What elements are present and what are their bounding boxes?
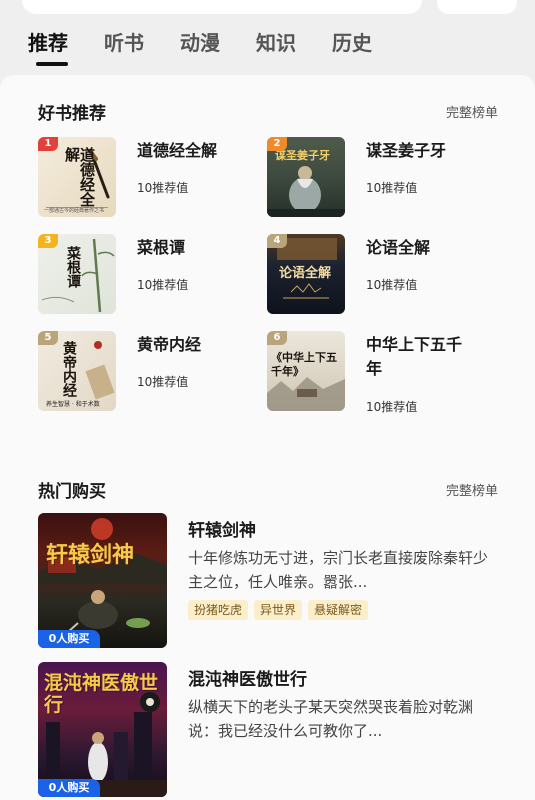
tag: 异世界 <box>254 600 303 620</box>
cover-title: 黄帝内经 <box>61 341 77 397</box>
content-sheet: 好书推荐 完整榜单 道德经全解 一部通古今的经典著作之书 1 道德经全解 10推… <box>0 75 535 800</box>
section-title: 好书推荐 <box>38 104 106 124</box>
book-cover: 黄帝内经 养生智慧 · 和于术数 5 <box>38 331 116 411</box>
cover-title: 混沌神医傲世行 <box>44 672 159 716</box>
top-bar: 推荐 听书 动漫 知识 历史 <box>0 0 535 70</box>
full-ranking-link[interactable]: 完整榜单 <box>446 102 498 121</box>
recommend-value: 10推荐值 <box>366 278 418 292</box>
book-cover: 论语全解 4 <box>267 234 345 314</box>
book-cover: 轩辕剑神 0人购买 <box>38 513 167 648</box>
section-title: 热门购买 <box>38 482 106 502</box>
top-action-button[interactable] <box>437 0 517 14</box>
active-tab-indicator <box>36 62 68 66</box>
purchase-count-badge: 0人购买 <box>38 630 100 648</box>
recommend-value: 10推荐值 <box>137 181 189 195</box>
book-item-6[interactable]: 《中华上下五千年》 6 中华上下五千年 10推荐值 <box>267 331 487 414</box>
tab-label: 知识 <box>256 31 296 55</box>
tab-label: 历史 <box>332 31 372 55</box>
tab-knowledge[interactable]: 知识 <box>256 30 296 60</box>
book-item-3[interactable]: 菜根谭 3 菜根谭 10推荐值 <box>38 234 258 316</box>
book-title: 中华上下五千年 <box>366 335 463 378</box>
full-ranking-link[interactable]: 完整榜单 <box>446 480 498 499</box>
rank-badge: 5 <box>38 331 58 345</box>
book-cover: 《中华上下五千年》 6 <box>267 331 345 411</box>
book-title: 道德经全解 <box>137 141 218 160</box>
category-tabs: 推荐 听书 动漫 知识 历史 <box>28 30 408 66</box>
tab-label: 动漫 <box>180 31 220 55</box>
book-cover: 菜根谭 3 <box>38 234 116 314</box>
book-title: 论语全解 <box>366 238 431 257</box>
tab-history[interactable]: 历史 <box>332 30 372 60</box>
sword-hero-illustration <box>38 518 167 642</box>
book-cover: 混沌神医傲世行 0人购买 <box>38 662 167 797</box>
cover-title: 论语全解 <box>279 266 332 281</box>
book-cover: 道德经全解 一部通古今的经典著作之书 1 <box>38 137 116 217</box>
cover-caption: 一部通古今的经典著作之书 <box>44 208 105 214</box>
tab-recommend[interactable]: 推荐 <box>28 30 68 66</box>
tab-label: 推荐 <box>28 31 68 55</box>
rank-badge: 1 <box>38 137 58 151</box>
book-description: 纵横天下的老头子某天突然哭丧着脸对乾渊说：我已经没什么可教你了... <box>188 698 474 740</box>
tag-list: 扮猪吃虎 异世界 悬疑解密 <box>188 600 374 620</box>
book-cover: 谋圣姜子牙 2 <box>267 137 345 217</box>
search-bar[interactable] <box>22 0 422 14</box>
book-item-4[interactable]: 论语全解 4 论语全解 10推荐值 <box>267 234 487 316</box>
purchase-count-badge: 0人购买 <box>38 779 100 797</box>
book-item-5[interactable]: 黄帝内经 养生智慧 · 和于术数 5 黄帝内经 10推荐值 <box>38 331 258 413</box>
book-title: 轩辕剑神 <box>188 521 256 541</box>
recommend-value: 10推荐值 <box>366 400 418 414</box>
hot-buy-header: 热门购买 完整榜单 <box>38 477 498 502</box>
rank-badge: 3 <box>38 234 58 248</box>
hot-book-item-2[interactable]: 混沌神医傲世行 0人购买 混沌神医傲世行 纵横天下的老头子某天突然哭丧着脸对乾渊… <box>38 662 498 797</box>
book-item-1[interactable]: 道德经全解 一部通古今的经典著作之书 1 道德经全解 10推荐值 <box>38 137 258 219</box>
book-title: 混沌神医傲世行 <box>188 670 307 690</box>
good-books-header: 好书推荐 完整榜单 <box>38 99 498 124</box>
book-item-2[interactable]: 谋圣姜子牙 2 谋圣姜子牙 10推荐值 <box>267 137 487 219</box>
book-title: 谋圣姜子牙 <box>366 141 447 160</box>
rank-badge: 4 <box>267 234 287 248</box>
book-title: 菜根谭 <box>137 238 186 257</box>
cover-caption: 养生智慧 · 和于术数 <box>46 401 100 408</box>
cover-title: 《中华上下五千年》 <box>271 351 337 378</box>
recommend-value: 10推荐值 <box>366 181 418 195</box>
tab-anime[interactable]: 动漫 <box>180 30 220 60</box>
tag: 悬疑解密 <box>308 600 369 620</box>
book-title: 黄帝内经 <box>137 335 202 354</box>
rank-badge: 2 <box>267 137 287 151</box>
book-description: 十年修炼功无寸进，宗门长老直接废除秦轩少主之位，任人唯亲。嚣张... <box>188 549 489 591</box>
tab-label: 听书 <box>104 31 144 55</box>
cover-title: 菜根谭 <box>65 246 81 288</box>
recommend-value: 10推荐值 <box>137 375 189 389</box>
rank-badge: 6 <box>267 331 287 345</box>
tab-audiobook[interactable]: 听书 <box>104 30 144 60</box>
cover-title: 轩辕剑神 <box>46 542 135 568</box>
recommend-value: 10推荐值 <box>137 278 189 292</box>
hot-book-item-1[interactable]: 轩辕剑神 0人购买 轩辕剑神 十年修炼功无寸进，宗门长老直接废除秦轩少主之位，任… <box>38 513 498 648</box>
tag: 扮猪吃虎 <box>188 600 249 620</box>
